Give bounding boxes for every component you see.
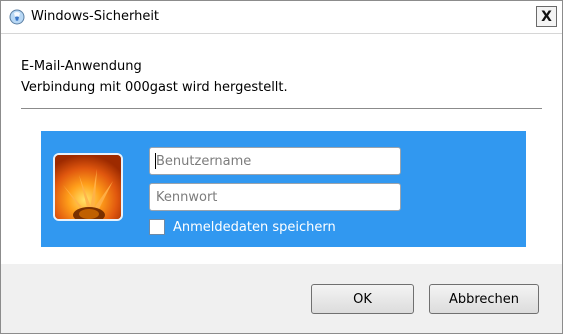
separator-line: [21, 108, 542, 109]
username-field[interactable]: [149, 147, 401, 175]
password-field[interactable]: [149, 183, 401, 211]
flower-avatar-icon: [53, 153, 123, 221]
ok-button[interactable]: OK: [311, 284, 414, 314]
remember-checkbox[interactable]: [149, 219, 165, 235]
security-dialog-window: Windows-Sicherheit X E-Mail-Anwendung Ve…: [0, 0, 563, 334]
text-cursor: [155, 153, 156, 169]
credential-tile: Anmeldedaten speichern: [41, 131, 526, 247]
cancel-button[interactable]: Abbrechen: [429, 284, 539, 314]
remember-credentials-row[interactable]: Anmeldedaten speichern: [149, 217, 336, 237]
close-button[interactable]: X: [536, 6, 557, 27]
close-icon: X: [541, 8, 552, 25]
title-bar: Windows-Sicherheit X: [1, 1, 562, 34]
remember-label: Anmeldedaten speichern: [173, 219, 336, 235]
windows-security-icon: [9, 9, 25, 25]
cancel-button-label: Abbrechen: [448, 291, 520, 307]
dialog-body: E-Mail-Anwendung Verbindung mit 000gast …: [1, 34, 562, 264]
window-title: Windows-Sicherheit: [31, 9, 160, 24]
ok-button-label: OK: [353, 291, 372, 307]
application-name: E-Mail-Anwendung: [21, 59, 142, 74]
connection-message: Verbindung mit 000gast wird hergestellt.: [21, 80, 288, 95]
